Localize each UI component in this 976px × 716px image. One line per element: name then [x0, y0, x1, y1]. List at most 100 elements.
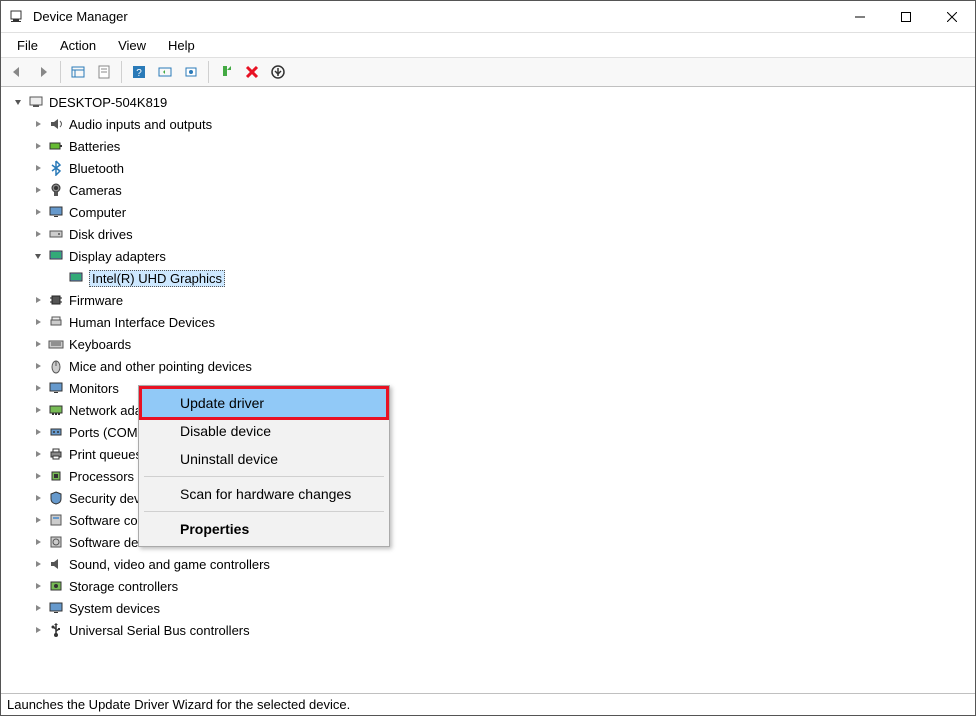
expand-icon[interactable] — [31, 227, 45, 241]
expand-icon[interactable] — [31, 359, 45, 373]
separator — [144, 476, 384, 477]
context-update-driver[interactable]: Update driver — [139, 386, 389, 420]
category-cameras[interactable]: Cameras — [27, 179, 975, 201]
category-label: Display adapters — [69, 249, 166, 264]
expand-icon[interactable] — [31, 403, 45, 417]
expand-icon[interactable] — [31, 381, 45, 395]
separator — [208, 61, 209, 83]
expand-icon[interactable] — [31, 161, 45, 175]
device-tree-area: DESKTOP-504K819 Audio inputs and outputs… — [1, 87, 975, 693]
disable-device-button[interactable] — [266, 60, 290, 84]
expand-icon[interactable] — [31, 535, 45, 549]
computer-icon — [27, 93, 45, 111]
category-label: Audio inputs and outputs — [69, 117, 212, 132]
tree-root[interactable]: DESKTOP-504K819 — [7, 91, 975, 113]
context-disable-device[interactable]: Disable device — [142, 417, 386, 445]
collapse-icon[interactable] — [31, 249, 45, 263]
port-icon — [47, 423, 65, 441]
category-label: Monitors — [69, 381, 119, 396]
category-system[interactable]: System devices — [27, 597, 975, 619]
category-label: Universal Serial Bus controllers — [69, 623, 250, 638]
category-sound[interactable]: Sound, video and game controllers — [27, 553, 975, 575]
printer-icon — [47, 445, 65, 463]
expand-icon[interactable] — [31, 205, 45, 219]
expand-icon[interactable] — [31, 337, 45, 351]
category-label: Keyboards — [69, 337, 131, 352]
chip-icon — [47, 291, 65, 309]
network-icon — [47, 401, 65, 419]
update-driver-button[interactable] — [179, 60, 203, 84]
category-label: Batteries — [69, 139, 120, 154]
category-firmware[interactable]: Firmware — [27, 289, 975, 311]
category-mice[interactable]: Mice and other pointing devices — [27, 355, 975, 377]
category-label: Processors — [69, 469, 134, 484]
menubar: File Action View Help — [1, 33, 975, 57]
expand-icon[interactable] — [31, 469, 45, 483]
forward-button[interactable] — [31, 60, 55, 84]
category-storage[interactable]: Storage controllers — [27, 575, 975, 597]
status-bar: Launches the Update Driver Wizard for th… — [1, 693, 975, 715]
tree-root-label: DESKTOP-504K819 — [49, 95, 167, 110]
sound-icon — [47, 555, 65, 573]
expand-icon[interactable] — [31, 623, 45, 637]
expand-icon[interactable] — [31, 447, 45, 461]
category-label: Bluetooth — [69, 161, 124, 176]
back-button[interactable] — [5, 60, 29, 84]
collapse-icon[interactable] — [11, 95, 25, 109]
display-adapter-icon — [67, 269, 85, 287]
expand-icon[interactable] — [31, 491, 45, 505]
expand-icon[interactable] — [31, 579, 45, 593]
monitor-icon — [47, 203, 65, 221]
expand-icon[interactable] — [31, 293, 45, 307]
expand-icon[interactable] — [31, 139, 45, 153]
category-computer[interactable]: Computer — [27, 201, 975, 223]
context-menu: Update driver Disable device Uninstall d… — [138, 385, 390, 547]
titlebar: Device Manager — [1, 1, 975, 33]
category-disk[interactable]: Disk drives — [27, 223, 975, 245]
properties-button[interactable] — [92, 60, 116, 84]
category-label: Human Interface Devices — [69, 315, 215, 330]
menu-view[interactable]: View — [108, 36, 156, 55]
expand-icon[interactable] — [31, 315, 45, 329]
category-label: Print queues — [69, 447, 142, 462]
menu-file[interactable]: File — [7, 36, 48, 55]
system-icon — [47, 599, 65, 617]
software-icon — [47, 511, 65, 529]
category-keyboards[interactable]: Keyboards — [27, 333, 975, 355]
usb-icon — [47, 621, 65, 639]
category-audio[interactable]: Audio inputs and outputs — [27, 113, 975, 135]
keyboard-icon — [47, 335, 65, 353]
show-hidden-button[interactable] — [66, 60, 90, 84]
category-hid[interactable]: Human Interface Devices — [27, 311, 975, 333]
minimize-button[interactable] — [837, 1, 883, 33]
expand-icon[interactable] — [31, 601, 45, 615]
menu-help[interactable]: Help — [158, 36, 205, 55]
maximize-button[interactable] — [883, 1, 929, 33]
context-uninstall-device[interactable]: Uninstall device — [142, 445, 386, 473]
scan-hardware-button[interactable] — [153, 60, 177, 84]
context-scan-hardware[interactable]: Scan for hardware changes — [142, 480, 386, 508]
toolbar: ? — [1, 57, 975, 87]
spacer — [51, 271, 65, 285]
category-batteries[interactable]: Batteries — [27, 135, 975, 157]
expand-icon[interactable] — [31, 425, 45, 439]
category-label: Cameras — [69, 183, 122, 198]
window-controls — [837, 1, 975, 33]
expand-icon[interactable] — [31, 557, 45, 571]
category-display[interactable]: Display adapters — [27, 245, 975, 267]
close-button[interactable] — [929, 1, 975, 33]
software-icon — [47, 533, 65, 551]
expand-icon[interactable] — [31, 513, 45, 527]
category-bluetooth[interactable]: Bluetooth — [27, 157, 975, 179]
category-label: Mice and other pointing devices — [69, 359, 252, 374]
category-usb[interactable]: Universal Serial Bus controllers — [27, 619, 975, 641]
expand-icon[interactable] — [31, 117, 45, 131]
enable-device-button[interactable] — [214, 60, 238, 84]
device-intel-uhd[interactable]: Intel(R) UHD Graphics — [47, 267, 975, 289]
menu-action[interactable]: Action — [50, 36, 106, 55]
expand-icon[interactable] — [31, 183, 45, 197]
help-button[interactable]: ? — [127, 60, 151, 84]
app-icon — [9, 9, 25, 25]
context-properties[interactable]: Properties — [142, 515, 386, 543]
uninstall-device-button[interactable] — [240, 60, 264, 84]
